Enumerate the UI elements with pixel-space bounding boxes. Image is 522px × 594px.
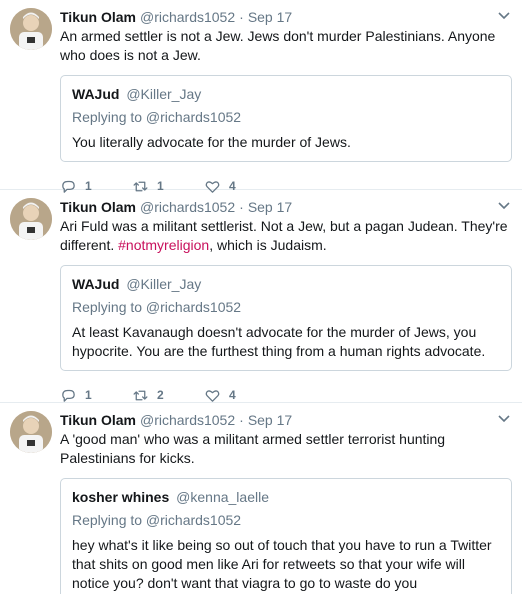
quoted-author-name: kosher whines [72, 489, 170, 505]
replying-to: Replying to @richards1052 [72, 512, 242, 528]
quoted-author-name: WAJud [72, 276, 120, 292]
retweet-button[interactable]: 2 [132, 387, 204, 404]
like-count: 4 [229, 388, 236, 402]
tweet-text: An armed settler is not a Jew. Jews don'… [60, 27, 512, 65]
quoted-text: At least Kavanaugh doesn't advocate for … [72, 324, 486, 359]
quoted-author-name: WAJud [72, 86, 120, 102]
tweet[interactable]: Tikun Olam @richards1052 · Sep 17 An arm… [0, 0, 522, 193]
tweet-date[interactable]: Sep 17 [248, 411, 292, 429]
tweet[interactable]: Tikun Olam @richards1052 · Sep 17 Ari Fu… [0, 190, 522, 403]
avatar[interactable] [10, 411, 52, 453]
author-handle[interactable]: @richards1052 [140, 411, 235, 429]
tweet-text: Ari Fuld was a militant settlerist. Not … [60, 217, 512, 255]
chevron-down-icon[interactable] [496, 410, 512, 426]
avatar[interactable] [10, 198, 52, 240]
tweet-text: A 'good man' who was a militant armed se… [60, 430, 512, 468]
retweet-icon [133, 390, 148, 400]
quoted-tweet[interactable]: kosher whines @kenna_laelle Replying to … [60, 478, 512, 594]
tweet-text-part: A 'good man' who was a militant armed se… [60, 431, 446, 466]
separator-dot: · [239, 9, 244, 25]
tweet-header: Tikun Olam @richards1052 · Sep 17 [60, 198, 512, 216]
replying-to: Replying to @richards1052 [72, 109, 242, 125]
replying-to: Replying to @richards1052 [72, 299, 242, 315]
author-handle[interactable]: @richards1052 [140, 198, 235, 216]
hashtag-link[interactable]: #notmyreligion [118, 237, 209, 253]
chevron-down-icon[interactable] [496, 7, 512, 23]
avatar-photo-icon [10, 411, 52, 453]
tweet-text-part: An armed settler is not a Jew. Jews don'… [60, 28, 496, 63]
avatar-photo-icon [10, 8, 52, 50]
tweet-text-part: , which is Judaism. [209, 237, 327, 253]
reply-count: 1 [85, 388, 92, 402]
quoted-author-handle: @kenna_laelle [176, 489, 269, 505]
author-name[interactable]: Tikun Olam [60, 8, 136, 26]
author-name[interactable]: Tikun Olam [60, 411, 136, 429]
tweet-header: Tikun Olam @richards1052 · Sep 17 [60, 411, 512, 429]
tweet[interactable]: Tikun Olam @richards1052 · Sep 17 A 'goo… [0, 403, 522, 594]
quoted-tweet[interactable]: WAJud @Killer_Jay Replying to @richards1… [60, 75, 512, 162]
avatar-photo-icon [10, 198, 52, 240]
quoted-text: You literally advocate for the murder of… [72, 134, 351, 150]
quoted-tweet[interactable]: WAJud @Killer_Jay Replying to @richards1… [60, 265, 512, 371]
heart-icon [205, 389, 220, 402]
separator-dot: · [239, 412, 244, 428]
avatar[interactable] [10, 8, 52, 50]
tweet-date[interactable]: Sep 17 [248, 8, 292, 26]
reply-button[interactable]: 1 [60, 387, 132, 404]
separator-dot: · [239, 199, 244, 215]
retweet-count: 2 [157, 388, 164, 402]
quoted-author-handle: @Killer_Jay [126, 86, 202, 102]
like-button[interactable]: 4 [204, 387, 276, 404]
tweet-actions: 1 2 4 [60, 385, 512, 405]
reply-icon [62, 389, 75, 402]
author-handle[interactable]: @richards1052 [140, 8, 235, 26]
author-name[interactable]: Tikun Olam [60, 198, 136, 216]
quoted-author-handle: @Killer_Jay [126, 276, 202, 292]
chevron-down-icon[interactable] [496, 197, 512, 213]
tweet-header: Tikun Olam @richards1052 · Sep 17 [60, 8, 512, 26]
quoted-text: hey what's it like being so out of touch… [72, 537, 492, 591]
tweet-date[interactable]: Sep 17 [248, 198, 292, 216]
